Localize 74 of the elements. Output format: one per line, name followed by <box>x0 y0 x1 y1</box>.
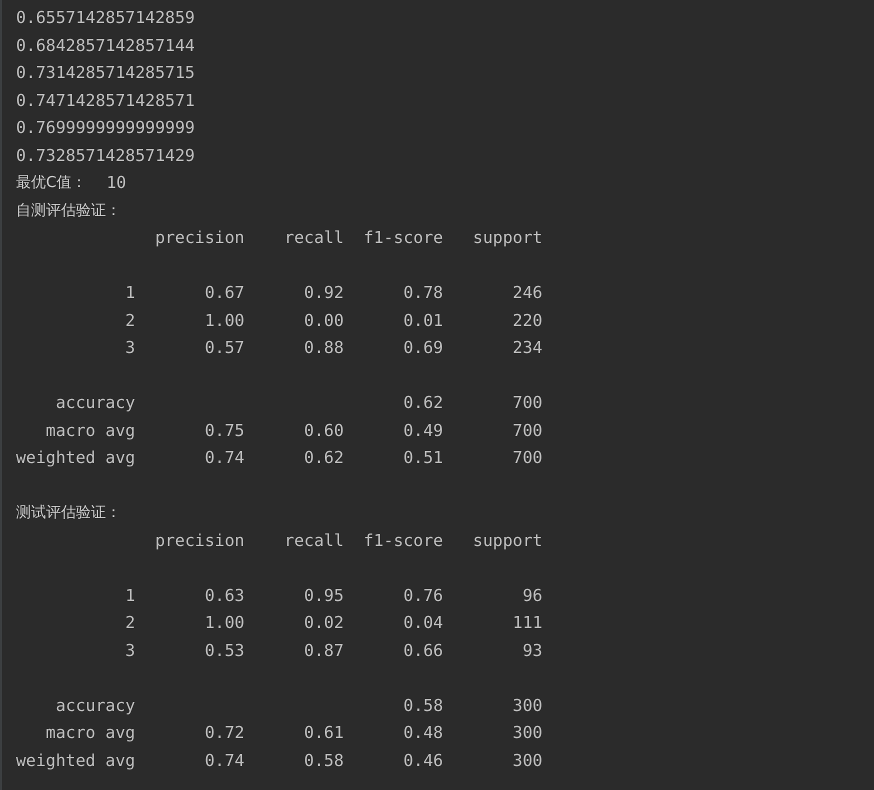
report-title: 测试评估验证： <box>16 502 121 523</box>
table-cell: 300 <box>512 723 542 742</box>
row-label: 2 <box>125 310 136 330</box>
output-line: 0.7699999999999999 <box>16 117 195 139</box>
table-cell: 0.58 <box>403 696 444 714</box>
table-cell: 0.62 <box>403 393 444 412</box>
output-line: 0.7471428571428571 <box>16 90 195 112</box>
column-header: support <box>472 228 542 247</box>
table-cell: 0.02 <box>304 613 344 632</box>
table-cell: 300 <box>512 696 542 714</box>
table-cell: 0.74 <box>204 448 244 467</box>
table-cell: 220 <box>512 310 542 330</box>
column-header: precision <box>155 530 244 550</box>
table-cell: 0.04 <box>403 613 444 632</box>
table-cell: 0.60 <box>304 420 344 440</box>
table-cell: 0.46 <box>403 750 444 770</box>
report-title: 自测评估验证： <box>16 200 121 220</box>
column-header: recall <box>284 530 344 550</box>
table-cell: 234 <box>512 338 542 357</box>
column-header: precision <box>155 228 244 247</box>
table-cell: 1.00 <box>204 613 244 632</box>
table-cell: 0.66 <box>403 640 444 660</box>
row-label: 1 <box>125 283 136 302</box>
row-label: macro avg <box>46 723 136 742</box>
column-header: recall <box>284 228 344 247</box>
table-cell: 0.72 <box>204 723 244 742</box>
table-cell: 700 <box>512 420 542 440</box>
table-cell: 700 <box>512 393 542 412</box>
table-cell: 0.76 <box>403 586 444 604</box>
table-cell: 1.00 <box>204 310 244 330</box>
table-cell: 0.75 <box>204 420 244 440</box>
table-cell: 300 <box>512 750 542 770</box>
table-cell: 0.01 <box>403 310 444 330</box>
row-label: weighted avg <box>16 448 136 467</box>
row-label: 3 <box>125 338 136 357</box>
row-label: 1 <box>125 586 136 604</box>
output-line: 0.7328571428571429 <box>16 144 195 166</box>
row-label: 2 <box>125 613 136 632</box>
column-header: support <box>472 530 542 550</box>
table-cell: 700 <box>512 448 542 467</box>
output-line: 0.6842857142857144 <box>16 34 195 56</box>
table-cell: 246 <box>512 283 542 302</box>
table-cell: 0.78 <box>403 283 444 302</box>
row-label: macro avg <box>46 420 136 440</box>
row-label: 3 <box>125 640 136 660</box>
output-line: 0.6557142857142859 <box>16 7 195 29</box>
row-label: accuracy <box>56 393 136 412</box>
table-cell: 93 <box>522 640 542 660</box>
table-cell: 96 <box>522 586 542 604</box>
table-cell: 0.58 <box>304 750 344 770</box>
table-cell: 0.48 <box>403 723 444 742</box>
table-cell: 0.87 <box>304 640 344 660</box>
best-c-value: 10 <box>106 172 126 194</box>
table-cell: 0.53 <box>204 640 244 660</box>
table-cell: 111 <box>512 613 542 632</box>
table-cell: 0.62 <box>304 448 344 467</box>
best-c-label: 最优C值： <box>16 172 86 193</box>
table-cell: 0.74 <box>204 750 244 770</box>
table-cell: 0.49 <box>403 420 444 440</box>
table-cell: 0.00 <box>304 310 344 330</box>
table-cell: 0.88 <box>304 338 344 357</box>
row-label: weighted avg <box>16 750 136 770</box>
table-cell: 0.51 <box>403 448 444 467</box>
output-line: 0.7314285714285715 <box>16 62 195 84</box>
table-cell: 0.69 <box>403 338 444 357</box>
row-label: accuracy <box>56 696 136 714</box>
table-cell: 0.95 <box>304 586 344 604</box>
column-header: f1-score <box>364 530 444 550</box>
table-cell: 0.67 <box>204 283 244 302</box>
column-header: f1-score <box>364 228 444 247</box>
table-cell: 0.92 <box>304 283 344 302</box>
table-cell: 0.61 <box>304 723 344 742</box>
table-cell: 0.63 <box>204 586 244 604</box>
table-cell: 0.57 <box>204 338 244 357</box>
